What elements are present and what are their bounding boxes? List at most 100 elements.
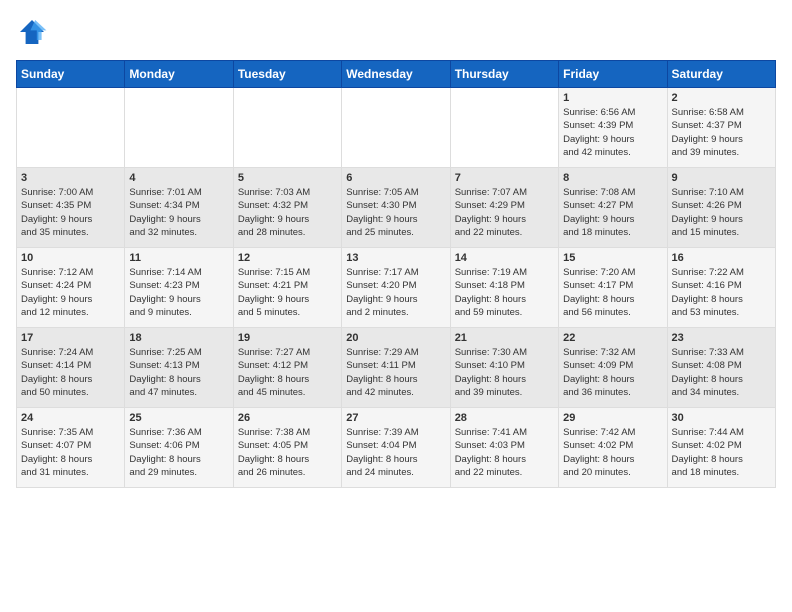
day-info: Sunrise: 6:56 AM Sunset: 4:39 PM Dayligh…: [563, 106, 662, 159]
day-info: Sunrise: 7:38 AM Sunset: 4:05 PM Dayligh…: [238, 426, 337, 479]
calendar-cell: 13 Sunrise: 7:17 AM Sunset: 4:20 PM Dayli…: [342, 248, 450, 328]
calendar-cell: 18 Sunrise: 7:25 AM Sunset: 4:13 PM Dayli…: [125, 328, 233, 408]
day-info: Sunrise: 7:24 AM Sunset: 4:14 PM Dayligh…: [21, 346, 120, 399]
day-number: 7: [455, 172, 554, 184]
calendar-week-row: 17 Sunrise: 7:24 AM Sunset: 4:14 PM Dayli…: [17, 328, 776, 408]
day-number: 5: [238, 172, 337, 184]
calendar-cell: [450, 88, 558, 168]
calendar-cell: 8 Sunrise: 7:08 AM Sunset: 4:27 PM Daylig…: [559, 168, 667, 248]
day-info: Sunrise: 7:07 AM Sunset: 4:29 PM Dayligh…: [455, 186, 554, 239]
calendar-cell: 9 Sunrise: 7:10 AM Sunset: 4:26 PM Daylig…: [667, 168, 775, 248]
day-info: Sunrise: 7:29 AM Sunset: 4:11 PM Dayligh…: [346, 346, 445, 399]
day-info: Sunrise: 7:10 AM Sunset: 4:26 PM Dayligh…: [672, 186, 771, 239]
day-number: 29: [563, 412, 662, 424]
day-number: 18: [129, 332, 228, 344]
day-info: Sunrise: 7:36 AM Sunset: 4:06 PM Dayligh…: [129, 426, 228, 479]
day-number: 27: [346, 412, 445, 424]
day-info: Sunrise: 6:58 AM Sunset: 4:37 PM Dayligh…: [672, 106, 771, 159]
calendar-header-row: SundayMondayTuesdayWednesdayThursdayFrid…: [17, 61, 776, 88]
calendar-cell: 21 Sunrise: 7:30 AM Sunset: 4:10 PM Dayli…: [450, 328, 558, 408]
calendar-cell: 30 Sunrise: 7:44 AM Sunset: 4:02 PM Dayli…: [667, 408, 775, 488]
weekday-header: Monday: [125, 61, 233, 88]
day-number: 14: [455, 252, 554, 264]
day-info: Sunrise: 7:35 AM Sunset: 4:07 PM Dayligh…: [21, 426, 120, 479]
weekday-header: Friday: [559, 61, 667, 88]
calendar-cell: 22 Sunrise: 7:32 AM Sunset: 4:09 PM Dayli…: [559, 328, 667, 408]
day-number: 26: [238, 412, 337, 424]
calendar-week-row: 10 Sunrise: 7:12 AM Sunset: 4:24 PM Dayli…: [17, 248, 776, 328]
day-info: Sunrise: 7:44 AM Sunset: 4:02 PM Dayligh…: [672, 426, 771, 479]
day-info: Sunrise: 7:12 AM Sunset: 4:24 PM Dayligh…: [21, 266, 120, 319]
weekday-header: Sunday: [17, 61, 125, 88]
calendar-cell: 1 Sunrise: 6:56 AM Sunset: 4:39 PM Daylig…: [559, 88, 667, 168]
calendar-cell: [342, 88, 450, 168]
day-info: Sunrise: 7:27 AM Sunset: 4:12 PM Dayligh…: [238, 346, 337, 399]
calendar-cell: 2 Sunrise: 6:58 AM Sunset: 4:37 PM Daylig…: [667, 88, 775, 168]
day-info: Sunrise: 7:39 AM Sunset: 4:04 PM Dayligh…: [346, 426, 445, 479]
day-number: 23: [672, 332, 771, 344]
calendar-week-row: 24 Sunrise: 7:35 AM Sunset: 4:07 PM Dayli…: [17, 408, 776, 488]
day-number: 1: [563, 92, 662, 104]
day-number: 10: [21, 252, 120, 264]
calendar-cell: 11Sunrise: 7:14 AM Sunset: 4:23 PM Dayli…: [125, 248, 233, 328]
day-number: 17: [21, 332, 120, 344]
day-number: 2: [672, 92, 771, 104]
calendar-cell: 3Sunrise: 7:00 AM Sunset: 4:35 PM Daylig…: [17, 168, 125, 248]
day-number: 28: [455, 412, 554, 424]
day-info: Sunrise: 7:25 AM Sunset: 4:13 PM Dayligh…: [129, 346, 228, 399]
calendar-cell: 7 Sunrise: 7:07 AM Sunset: 4:29 PM Daylig…: [450, 168, 558, 248]
day-number: 15: [563, 252, 662, 264]
calendar-cell: 26 Sunrise: 7:38 AM Sunset: 4:05 PM Dayli…: [233, 408, 341, 488]
weekday-header: Saturday: [667, 61, 775, 88]
day-number: 30: [672, 412, 771, 424]
calendar-cell: 29 Sunrise: 7:42 AM Sunset: 4:02 PM Dayli…: [559, 408, 667, 488]
page-header: [16, 16, 776, 48]
logo: [16, 16, 52, 48]
calendar-week-row: 3Sunrise: 7:00 AM Sunset: 4:35 PM Daylig…: [17, 168, 776, 248]
calendar-cell: 15Sunrise: 7:20 AM Sunset: 4:17 PM Dayli…: [559, 248, 667, 328]
day-number: 6: [346, 172, 445, 184]
day-info: Sunrise: 7:33 AM Sunset: 4:08 PM Dayligh…: [672, 346, 771, 399]
calendar-week-row: 1 Sunrise: 6:56 AM Sunset: 4:39 PM Daylig…: [17, 88, 776, 168]
day-number: 20: [346, 332, 445, 344]
day-info: Sunrise: 7:19 AM Sunset: 4:18 PM Dayligh…: [455, 266, 554, 319]
calendar-cell: 12 Sunrise: 7:15 AM Sunset: 4:21 PM Dayli…: [233, 248, 341, 328]
calendar-cell: 5 Sunrise: 7:03 AM Sunset: 4:32 PM Daylig…: [233, 168, 341, 248]
day-info: Sunrise: 7:32 AM Sunset: 4:09 PM Dayligh…: [563, 346, 662, 399]
calendar-cell: 4Sunrise: 7:01 AM Sunset: 4:34 PM Daylig…: [125, 168, 233, 248]
day-number: 12: [238, 252, 337, 264]
day-number: 21: [455, 332, 554, 344]
calendar-cell: 17 Sunrise: 7:24 AM Sunset: 4:14 PM Dayli…: [17, 328, 125, 408]
day-number: 8: [563, 172, 662, 184]
calendar-cell: 6 Sunrise: 7:05 AM Sunset: 4:30 PM Daylig…: [342, 168, 450, 248]
calendar-cell: 20 Sunrise: 7:29 AM Sunset: 4:11 PM Dayli…: [342, 328, 450, 408]
day-number: 9: [672, 172, 771, 184]
day-info: Sunrise: 7:17 AM Sunset: 4:20 PM Dayligh…: [346, 266, 445, 319]
calendar-cell: 16Sunrise: 7:22 AM Sunset: 4:16 PM Dayli…: [667, 248, 775, 328]
weekday-header: Tuesday: [233, 61, 341, 88]
day-info: Sunrise: 7:14 AM Sunset: 4:23 PM Dayligh…: [129, 266, 228, 319]
day-info: Sunrise: 7:05 AM Sunset: 4:30 PM Dayligh…: [346, 186, 445, 239]
day-number: 22: [563, 332, 662, 344]
weekday-header: Wednesday: [342, 61, 450, 88]
day-number: 25: [129, 412, 228, 424]
calendar-cell: 25 Sunrise: 7:36 AM Sunset: 4:06 PM Dayli…: [125, 408, 233, 488]
calendar-cell: 28Sunrise: 7:41 AM Sunset: 4:03 PM Dayli…: [450, 408, 558, 488]
calendar-cell: 24 Sunrise: 7:35 AM Sunset: 4:07 PM Dayli…: [17, 408, 125, 488]
day-info: Sunrise: 7:00 AM Sunset: 4:35 PM Dayligh…: [21, 186, 120, 239]
day-info: Sunrise: 7:08 AM Sunset: 4:27 PM Dayligh…: [563, 186, 662, 239]
calendar-cell: [233, 88, 341, 168]
day-info: Sunrise: 7:42 AM Sunset: 4:02 PM Dayligh…: [563, 426, 662, 479]
calendar-cell: 19 Sunrise: 7:27 AM Sunset: 4:12 PM Dayli…: [233, 328, 341, 408]
day-number: 24: [21, 412, 120, 424]
day-info: Sunrise: 7:03 AM Sunset: 4:32 PM Dayligh…: [238, 186, 337, 239]
day-number: 19: [238, 332, 337, 344]
logo-icon: [16, 16, 48, 48]
day-number: 4: [129, 172, 228, 184]
calendar-cell: [125, 88, 233, 168]
day-number: 13: [346, 252, 445, 264]
calendar-cell: 27 Sunrise: 7:39 AM Sunset: 4:04 PM Dayli…: [342, 408, 450, 488]
calendar-cell: 14 Sunrise: 7:19 AM Sunset: 4:18 PM Dayli…: [450, 248, 558, 328]
day-info: Sunrise: 7:15 AM Sunset: 4:21 PM Dayligh…: [238, 266, 337, 319]
day-info: Sunrise: 7:30 AM Sunset: 4:10 PM Dayligh…: [455, 346, 554, 399]
